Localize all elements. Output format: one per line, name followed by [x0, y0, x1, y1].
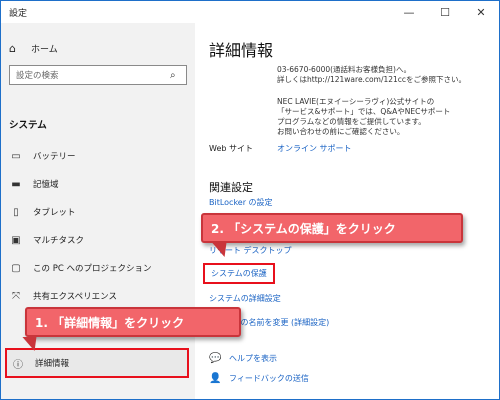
callout-step-2: 2. 「システムの保護」をクリック [201, 213, 463, 243]
sidebar-item-label: この PC へのプロジェクション [33, 264, 152, 274]
settings-search-input[interactable]: 設定の検索 ⌕ [9, 65, 187, 85]
info-icon: ⓘ [13, 359, 23, 371]
callout-step-1-text: 1. 「詳細情報」をクリック [35, 315, 185, 330]
sidebar-item-multitask[interactable]: ▣ マルチタスク [9, 231, 84, 249]
search-placeholder: 設定の検索 [16, 71, 59, 81]
minimize-button[interactable]: — [391, 1, 427, 23]
home-icon: ⌂ [9, 41, 16, 55]
sidebar-item-label: タブレット [33, 208, 76, 218]
get-help-link: ヘルプを表示 [229, 354, 277, 363]
related-settings-title: 関連設定 [209, 181, 253, 194]
close-button[interactable]: ✕ [463, 1, 499, 23]
system-protection-link[interactable]: システムの保護 [203, 263, 275, 284]
shared-experience-icon: ⤧ [12, 290, 20, 302]
window-title: 設定 [9, 9, 28, 19]
sidebar-home[interactable]: ⌂ ホーム [9, 39, 58, 57]
help-chat-icon: 💬 [209, 353, 222, 364]
sidebar-item-projection[interactable]: ▢ この PC へのプロジェクション [9, 259, 151, 277]
section-system: システム [9, 120, 47, 131]
sidebar-item-label: 記憶域 [33, 180, 59, 190]
search-icon: ⌕ [170, 69, 176, 81]
sidebar-item-about[interactable]: ⓘ 詳細情報 [5, 348, 189, 378]
online-support-link[interactable]: オンライン サポート [277, 143, 352, 154]
bitlocker-settings-link[interactable]: BitLocker の設定 [209, 197, 273, 208]
feedback-link: フィードバックの送信 [229, 374, 309, 383]
support-phone: 03-6670-6000(通話料お客様負担)へ。 [277, 65, 411, 74]
tablet-icon: ▯ [13, 206, 19, 218]
feedback-icon: 👤 [209, 373, 222, 384]
home-label: ホーム [31, 44, 58, 55]
content-pane: 詳細情報 03-6670-6000(通話料お客様負担)へ。 詳しくはhttp:/… [195, 23, 499, 399]
advanced-system-settings-link[interactable]: システムの詳細設定 [209, 293, 281, 304]
callout-step-2-text: 2. 「システムの保護」をクリック [211, 221, 396, 236]
sidebar-item-label: 共有エクスペリエンス [33, 292, 117, 302]
sidebar-item-shared-experience[interactable]: ⤧ 共有エクスペリエンス [9, 287, 117, 305]
battery-icon: ▭ [11, 150, 21, 162]
feedback-row[interactable]: 👤 フィードバックの送信 [209, 373, 309, 384]
settings-window: 設定 — ☐ ✕ ⌂ ホーム 設定の検索 ⌕ システム ▭ バッテリー ▬ 記憶… [0, 0, 500, 400]
sidebar-item-battery[interactable]: ▭ バッテリー [9, 147, 76, 165]
maximize-button[interactable]: ☐ [427, 1, 463, 23]
sidebar-item-tablet[interactable]: ▯ タブレット [9, 203, 76, 221]
website-label: Web サイト [209, 144, 253, 153]
projection-icon: ▢ [11, 262, 21, 274]
sidebar-item-label: マルチタスク [33, 236, 85, 246]
callout-step-1: 1. 「詳細情報」をクリック [25, 307, 241, 337]
get-help-row[interactable]: 💬 ヘルプを表示 [209, 353, 277, 364]
support-paragraph: NEC LAVIE(エヌイーシーラヴィ)公式サイトの 「サービス&サポート」では… [277, 97, 451, 136]
sidebar-item-label: 詳細情報 [35, 359, 70, 369]
sidebar-item-label: バッテリー [33, 152, 76, 162]
storage-icon: ▬ [11, 178, 21, 190]
sidebar-item-storage[interactable]: ▬ 記憶域 [9, 175, 59, 193]
title-bar: 設定 — ☐ ✕ [1, 1, 499, 23]
page-title: 詳細情報 [209, 41, 274, 60]
multitask-icon: ▣ [11, 234, 21, 246]
support-details: 詳しくはhttp://121ware.com/121ccをご参照下さい。 [277, 75, 467, 84]
